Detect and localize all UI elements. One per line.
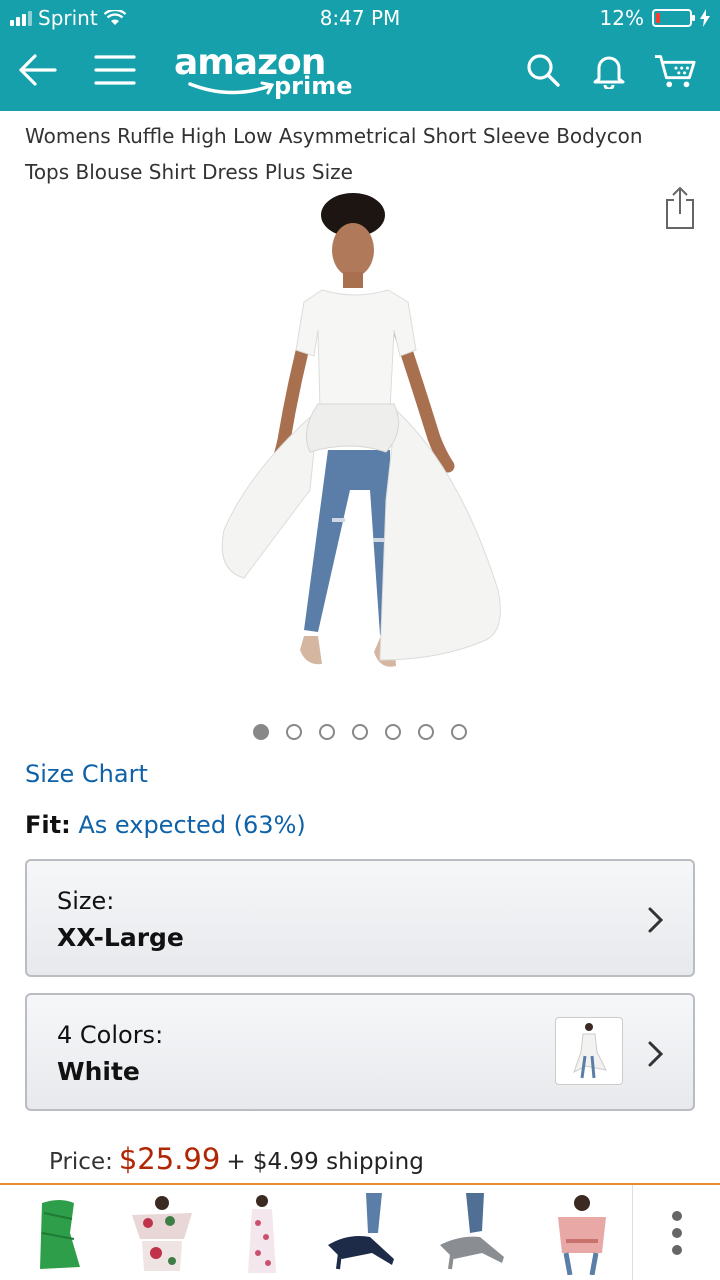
fit-label: Fit: [25, 811, 71, 839]
smile-arrow-icon [188, 81, 275, 95]
recommended-product-thumbnail[interactable] [20, 1193, 100, 1275]
logo-prime: prime [274, 72, 353, 100]
battery-icon [652, 9, 695, 27]
image-pager-dot[interactable] [319, 724, 335, 740]
image-pager-dot[interactable] [385, 724, 401, 740]
chevron-right-icon [648, 907, 664, 933]
menu-icon[interactable] [93, 48, 137, 92]
nav-bar: amazon prime [0, 36, 720, 111]
recommended-product-thumbnail[interactable] [322, 1193, 402, 1275]
fit-row: Fit: As expected (63%) [25, 811, 306, 839]
back-arrow-icon[interactable] [15, 48, 59, 92]
search-icon[interactable] [521, 48, 565, 92]
image-pager-dot[interactable] [418, 724, 434, 740]
size-selector[interactable]: Size: XX-Large [25, 859, 695, 977]
color-swatch-thumbnail[interactable] [555, 1017, 623, 1085]
shipping-cost: + $4.99 shipping [226, 1149, 424, 1175]
app-header: Sprint 8:47 PM 12% amazon prime [0, 0, 720, 111]
image-pager-dot[interactable] [451, 724, 467, 740]
price-amount: $25.99 [118, 1142, 221, 1176]
cart-icon[interactable] [653, 48, 697, 92]
image-pager-dot[interactable] [286, 724, 302, 740]
amazon-prime-logo[interactable]: amazon prime [172, 42, 353, 102]
recommended-product-thumbnail[interactable] [540, 1193, 620, 1276]
recommendations-strip [0, 1183, 720, 1280]
image-pager-dot[interactable] [352, 724, 368, 740]
battery-percent: 12% [599, 6, 644, 30]
recommended-product-thumbnail[interactable] [122, 1193, 202, 1275]
color-label: 4 Colors: [57, 1021, 164, 1049]
size-label: Size: [57, 887, 115, 915]
size-value: XX-Large [57, 923, 184, 952]
product-image[interactable] [210, 190, 520, 710]
fit-value-link[interactable]: As expected (63%) [78, 811, 305, 839]
share-icon[interactable] [664, 186, 696, 230]
charging-icon [700, 9, 710, 27]
more-options-icon[interactable] [632, 1185, 720, 1280]
recommended-product-thumbnail[interactable] [222, 1193, 302, 1275]
price-label: Price: [49, 1149, 113, 1175]
image-pager[interactable] [0, 724, 720, 740]
status-bar: Sprint 8:47 PM 12% [0, 0, 720, 36]
color-value: White [57, 1057, 140, 1086]
size-chart-link[interactable]: Size Chart [25, 760, 148, 788]
bell-icon[interactable] [587, 48, 631, 92]
price-row: Price: $25.99 + $4.99 shipping [49, 1142, 424, 1176]
image-pager-dot[interactable] [253, 724, 269, 740]
recommended-product-thumbnail[interactable] [432, 1193, 512, 1275]
product-title: Womens Ruffle High Low Asymmetrical Shor… [25, 124, 643, 184]
color-selector[interactable]: 4 Colors: White [25, 993, 695, 1111]
chevron-right-icon [648, 1041, 664, 1067]
